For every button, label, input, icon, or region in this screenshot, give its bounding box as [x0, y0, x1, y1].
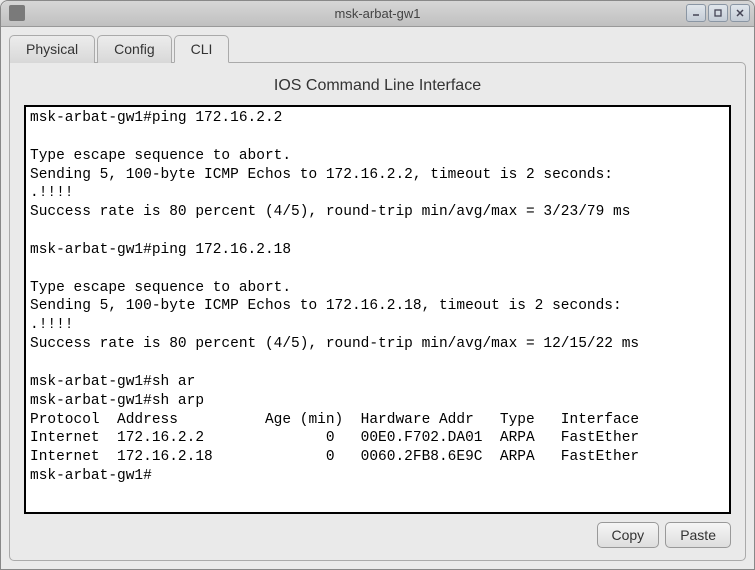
maximize-icon	[713, 8, 723, 18]
minimize-icon	[691, 8, 701, 18]
app-icon	[9, 5, 25, 21]
button-row: Copy Paste	[24, 522, 731, 548]
panel-title: IOS Command Line Interface	[24, 77, 731, 95]
close-icon	[735, 8, 745, 18]
content-area: Physical Config CLI IOS Command Line Int…	[1, 27, 754, 569]
copy-button[interactable]: Copy	[597, 522, 660, 548]
window-title: msk-arbat-gw1	[335, 6, 421, 21]
app-window: msk-arbat-gw1 Physical Config CLI IOS Co…	[0, 0, 755, 570]
paste-button[interactable]: Paste	[665, 522, 731, 548]
maximize-button[interactable]	[708, 4, 728, 22]
cli-terminal[interactable]: msk-arbat-gw1#ping 172.16.2.2 Type escap…	[26, 107, 729, 512]
terminal-container: msk-arbat-gw1#ping 172.16.2.2 Type escap…	[24, 105, 731, 514]
close-button[interactable]	[730, 4, 750, 22]
cli-panel: IOS Command Line Interface msk-arbat-gw1…	[9, 62, 746, 561]
tab-bar: Physical Config CLI	[9, 35, 746, 63]
window-controls	[686, 4, 750, 22]
tab-config[interactable]: Config	[97, 35, 171, 63]
tab-physical[interactable]: Physical	[9, 35, 95, 63]
minimize-button[interactable]	[686, 4, 706, 22]
titlebar[interactable]: msk-arbat-gw1	[1, 1, 754, 27]
tab-cli[interactable]: CLI	[174, 35, 230, 63]
